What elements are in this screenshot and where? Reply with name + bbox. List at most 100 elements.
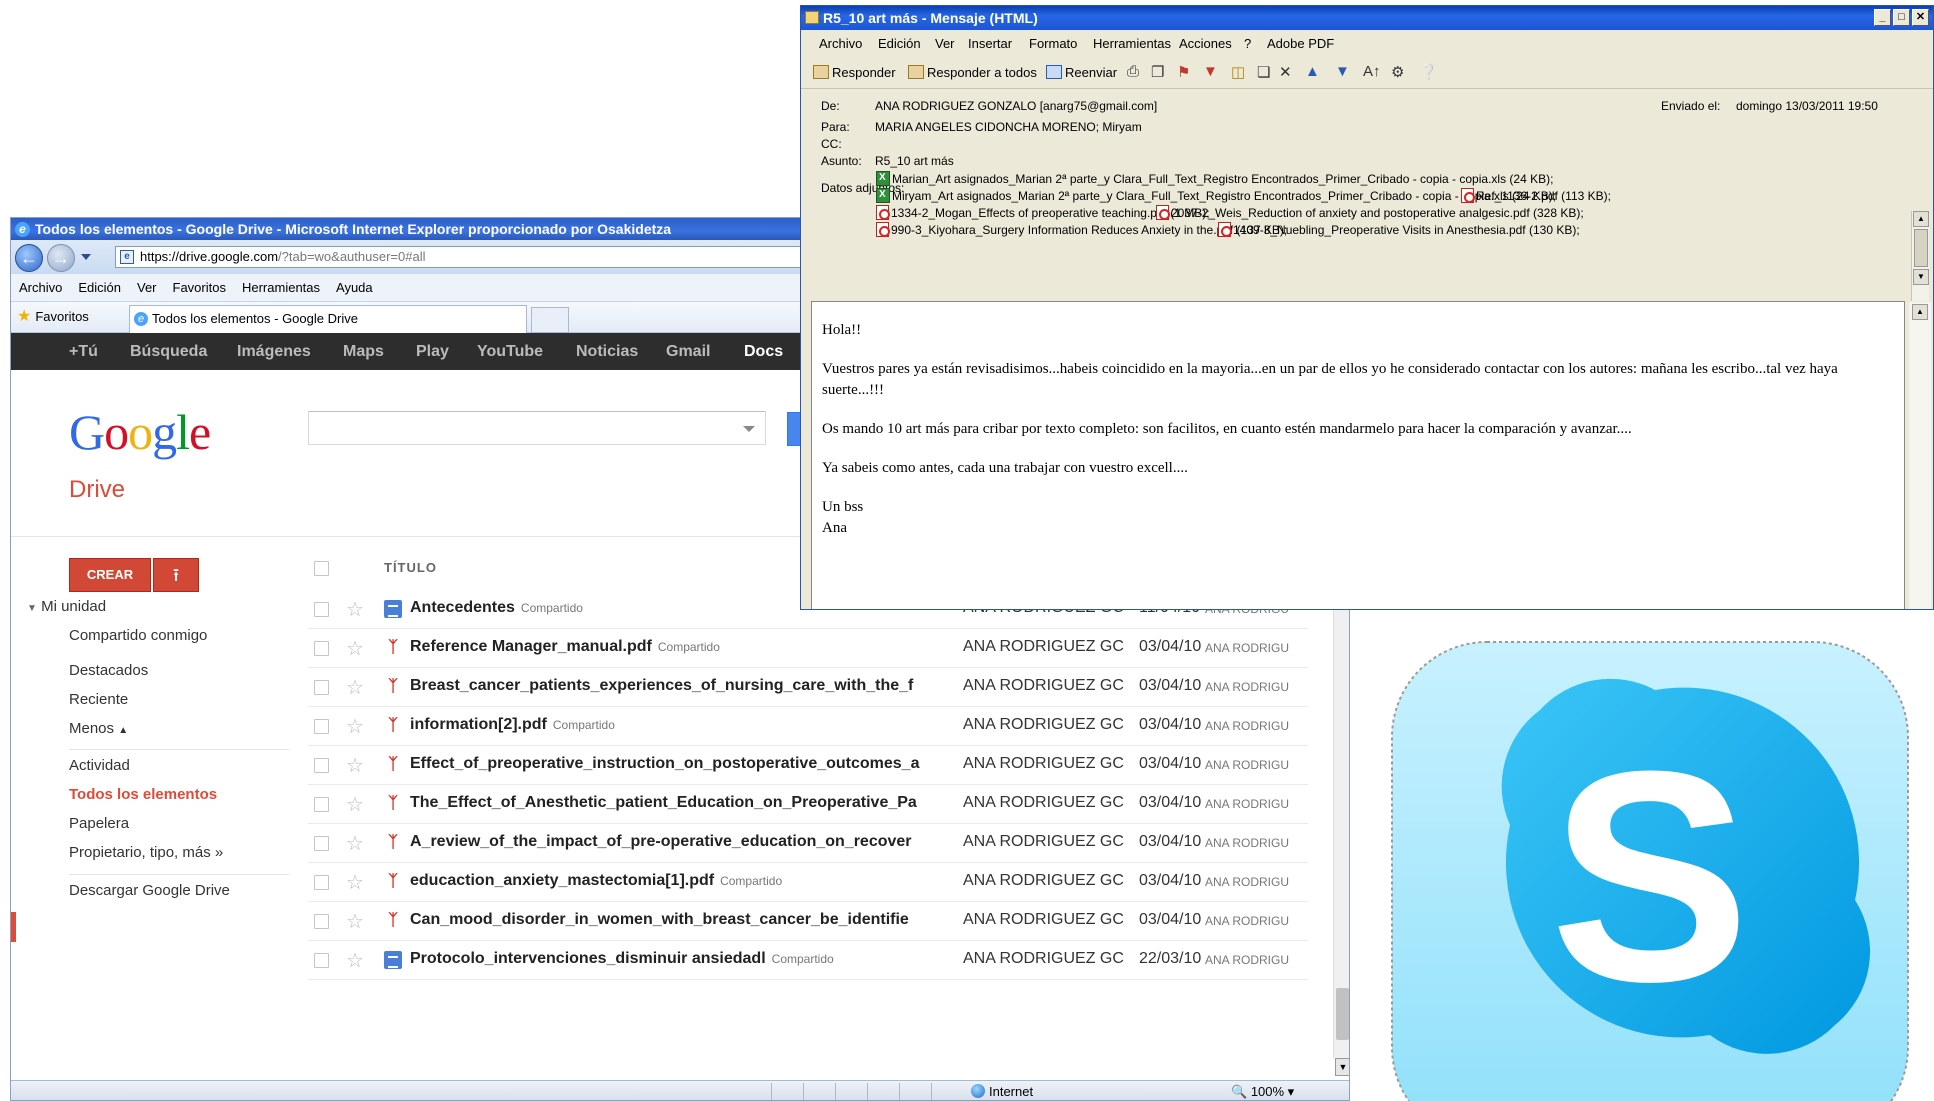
gbar-plus-tu[interactable]: +Tú: [69, 333, 98, 370]
menu-herramientas[interactable]: Herramientas: [234, 274, 328, 302]
file-row[interactable]: ☆ ᛉ A_review_of_the_impact_of_pre-operativ…: [308, 824, 1308, 863]
file-row[interactable]: ☆ ᛉ Can_mood_disorder_in_women_with_breast…: [308, 902, 1308, 941]
message-body[interactable]: Hola!! Vuestros pares ya están revisadis…: [811, 301, 1905, 609]
scroll-up-arrow-icon[interactable]: ▲: [1912, 304, 1928, 320]
sidebar-activity[interactable]: Actividad: [69, 757, 130, 774]
sidebar-shared-with-me[interactable]: Compartido conmigo: [69, 627, 207, 644]
scroll-down-arrow-icon[interactable]: ▼: [1335, 1058, 1349, 1076]
file-name[interactable]: educaction_anxiety_mastectomia[1].pdf Com…: [410, 872, 950, 890]
menu-favoritos[interactable]: Favoritos: [165, 274, 234, 302]
star-icon[interactable]: ☆: [346, 831, 364, 856]
reply-button[interactable]: Responder: [813, 65, 896, 80]
options-icon[interactable]: ⚙: [1391, 63, 1404, 81]
next-item-icon[interactable]: ▼: [1335, 63, 1350, 80]
delete-icon[interactable]: ✕: [1279, 63, 1292, 81]
reply-all-button[interactable]: Responder a todos: [908, 65, 1037, 80]
file-row[interactable]: ☆ ᛉ information[2].pdf Compartido ANA RODRIG…: [308, 707, 1308, 746]
gbar-imagenes[interactable]: Imágenes: [237, 333, 311, 370]
menu-adobe-pdf[interactable]: Adobe PDF: [1267, 36, 1334, 51]
star-icon[interactable]: ☆: [346, 909, 364, 934]
copy-icon[interactable]: ❐: [1151, 63, 1164, 81]
file-name[interactable]: Can_mood_disorder_in_women_with_breast_c…: [410, 911, 950, 929]
back-arrow-icon[interactable]: ←: [15, 244, 43, 272]
search-input[interactable]: [308, 411, 766, 445]
file-name[interactable]: Effect_of_preoperative_instruction_on_po…: [410, 755, 950, 773]
star-icon[interactable]: ☆: [346, 792, 364, 817]
flag-icon[interactable]: ⚑: [1177, 63, 1190, 81]
browser-tab[interactable]: e Todos los elementos - Google Drive: [129, 305, 527, 333]
from-value[interactable]: ANA RODRIGUEZ GONZALO [anarg75@gmail.com…: [875, 99, 1157, 113]
scrollbar-thumb[interactable]: [1336, 988, 1349, 1040]
column-title[interactable]: TÍTULO: [384, 560, 437, 575]
row-checkbox[interactable]: [314, 836, 329, 851]
font-size-icon[interactable]: A↑: [1363, 63, 1381, 80]
attachment-item[interactable]: 1409-3_Nuebling_Preoperative Visits in A…: [1218, 222, 1580, 237]
history-dropdown-icon[interactable]: [81, 254, 91, 260]
menu-acciones[interactable]: Acciones: [1179, 36, 1232, 51]
file-row[interactable]: ☆ ᛉ educaction_anxiety_mastectomia[1].pdf C…: [308, 863, 1308, 902]
to-value[interactable]: MARIA ANGELES CIDONCHA MORENO; Miryam: [875, 120, 1142, 134]
attachment-item[interactable]: Miryam_Art asignados_Marian 2ª parte_y C…: [876, 188, 1556, 203]
favorites-button[interactable]: ★ Favoritos: [17, 308, 89, 326]
folder-icon[interactable]: ◫: [1231, 63, 1245, 81]
file-row[interactable]: ☆ ᛉ The_Effect_of_Anesthetic_patient_Educa…: [308, 785, 1308, 824]
file-name[interactable]: Breast_cancer_patients_experiences_of_nu…: [410, 677, 950, 695]
file-name[interactable]: Protocolo_intervenciones_disminuir ansie…: [410, 950, 950, 968]
filter-icon[interactable]: ▼: [1203, 63, 1218, 80]
move-icon[interactable]: ❏: [1257, 63, 1270, 81]
star-icon[interactable]: ☆: [346, 753, 364, 778]
menu-ver[interactable]: Ver: [129, 274, 165, 302]
menu-ver[interactable]: Ver: [935, 36, 955, 51]
attachments-scrollbar[interactable]: ▲ ▼: [1911, 211, 1929, 301]
star-icon[interactable]: ☆: [346, 636, 364, 661]
google-logo[interactable]: Google: [69, 403, 211, 461]
new-tab-button[interactable]: [531, 307, 569, 333]
file-name[interactable]: information[2].pdf Compartido: [410, 716, 950, 734]
row-checkbox[interactable]: [314, 797, 329, 812]
scroll-down-arrow-icon[interactable]: ▼: [1913, 269, 1929, 285]
menu-insertar[interactable]: Insertar: [968, 36, 1012, 51]
gbar-noticias[interactable]: Noticias: [576, 333, 638, 370]
star-icon[interactable]: ☆: [346, 870, 364, 895]
row-checkbox[interactable]: [314, 953, 329, 968]
star-icon[interactable]: ☆: [346, 597, 364, 622]
sidebar-less[interactable]: Menos ▲: [69, 720, 128, 737]
gbar-docs[interactable]: Docs: [744, 333, 783, 370]
sidebar-owner-type[interactable]: Propietario, tipo, más »: [69, 844, 223, 861]
create-button[interactable]: CREAR: [69, 558, 151, 592]
row-checkbox[interactable]: [314, 602, 329, 617]
attachment-item[interactable]: 2037-2_Weis_Reduction of anxiety and pos…: [1156, 205, 1584, 220]
file-name[interactable]: Reference Manager_manual.pdf Compartido: [410, 638, 950, 656]
maximize-icon[interactable]: □: [1893, 9, 1910, 26]
sidebar-my-unit[interactable]: ▼ Mi unidad: [27, 598, 106, 615]
print-icon[interactable]: ⎙: [1127, 63, 1139, 80]
sidebar-download[interactable]: Descargar Google Drive: [69, 882, 230, 899]
menu-ayuda[interactable]: Ayuda: [328, 274, 381, 302]
file-row[interactable]: ☆ Protocolo_intervenciones_disminuir ansi…: [308, 941, 1308, 980]
attachment-item[interactable]: Marian_Art asignados_Marian 2ª parte_y C…: [876, 171, 1553, 186]
list-scrollbar[interactable]: ▼: [1333, 598, 1349, 1076]
gbar-play[interactable]: Play: [416, 333, 449, 370]
row-checkbox[interactable]: [314, 641, 329, 656]
attachment-item[interactable]: Ref_1136-2.pdf (113 KB);: [1461, 188, 1611, 203]
collapse-arrow-icon[interactable]: ▼: [27, 603, 37, 614]
menu-archivo[interactable]: Archivo: [11, 274, 70, 302]
sidebar-all-items[interactable]: Todos los elementos: [69, 786, 217, 803]
minimize-icon[interactable]: _: [1874, 9, 1891, 26]
scrollbar-thumb[interactable]: [1914, 229, 1928, 267]
select-all-checkbox[interactable]: [314, 561, 329, 576]
search-dropdown-icon[interactable]: [743, 426, 755, 432]
help-icon[interactable]: ❔: [1419, 63, 1438, 81]
star-icon[interactable]: ☆: [346, 675, 364, 700]
file-row[interactable]: ☆ ᛉ Breast_cancer_patients_experiences_of_…: [308, 668, 1308, 707]
previous-item-icon[interactable]: ▲: [1305, 63, 1320, 80]
row-checkbox[interactable]: [314, 719, 329, 734]
forward-arrow-icon[interactable]: →: [47, 244, 75, 272]
body-scrollbar[interactable]: ▲: [1909, 302, 1931, 609]
file-name[interactable]: The_Effect_of_Anesthetic_patient_Educati…: [410, 794, 950, 812]
zoom-control[interactable]: 🔍 100% ▾: [1231, 1083, 1294, 1100]
star-icon[interactable]: ☆: [346, 948, 364, 973]
close-icon[interactable]: ✕: [1912, 9, 1929, 26]
drive-title[interactable]: Drive: [69, 476, 125, 504]
menu-archivo[interactable]: Archivo: [819, 36, 862, 51]
